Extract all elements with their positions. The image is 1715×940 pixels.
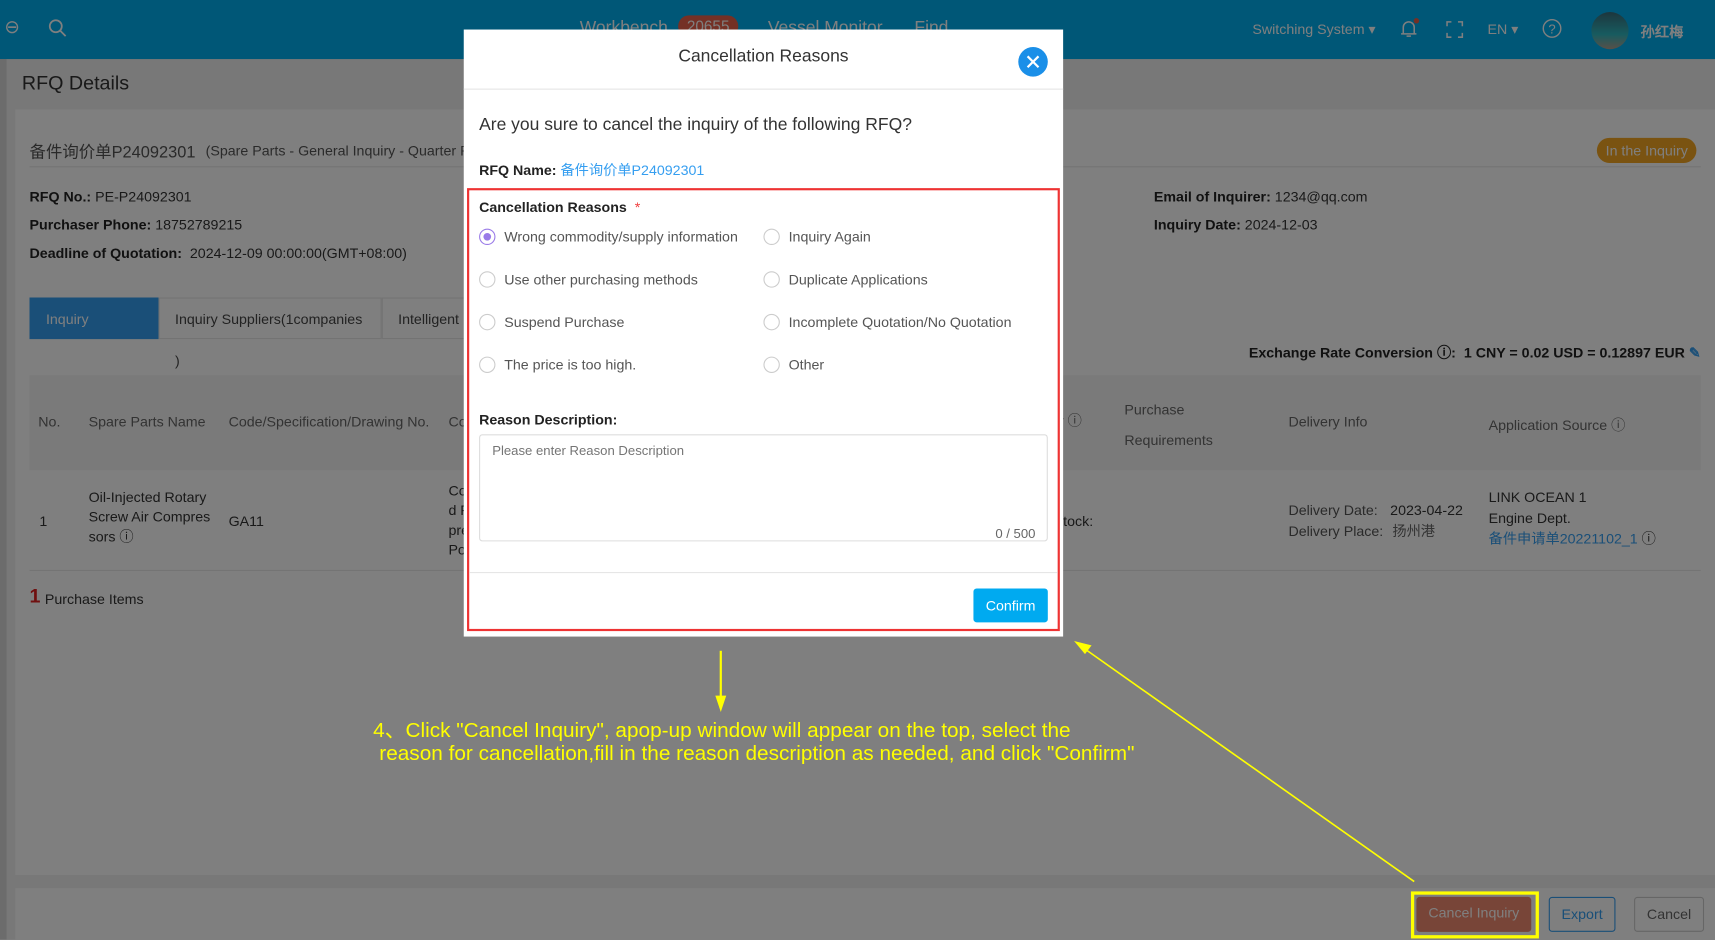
app-screen: ⊖ Workbench 20655 Vessel Monitor Find Sw…: [0, 0, 1715, 940]
annotation-line-2: reason for cancellation,fill in the reas…: [379, 742, 1135, 766]
arrow-down-icon: [715, 650, 727, 713]
annotation-arrows: [715, 640, 1415, 883]
annotation-line-1: 4、Click "Cancel Inquiry", apop-up window…: [373, 719, 1071, 743]
